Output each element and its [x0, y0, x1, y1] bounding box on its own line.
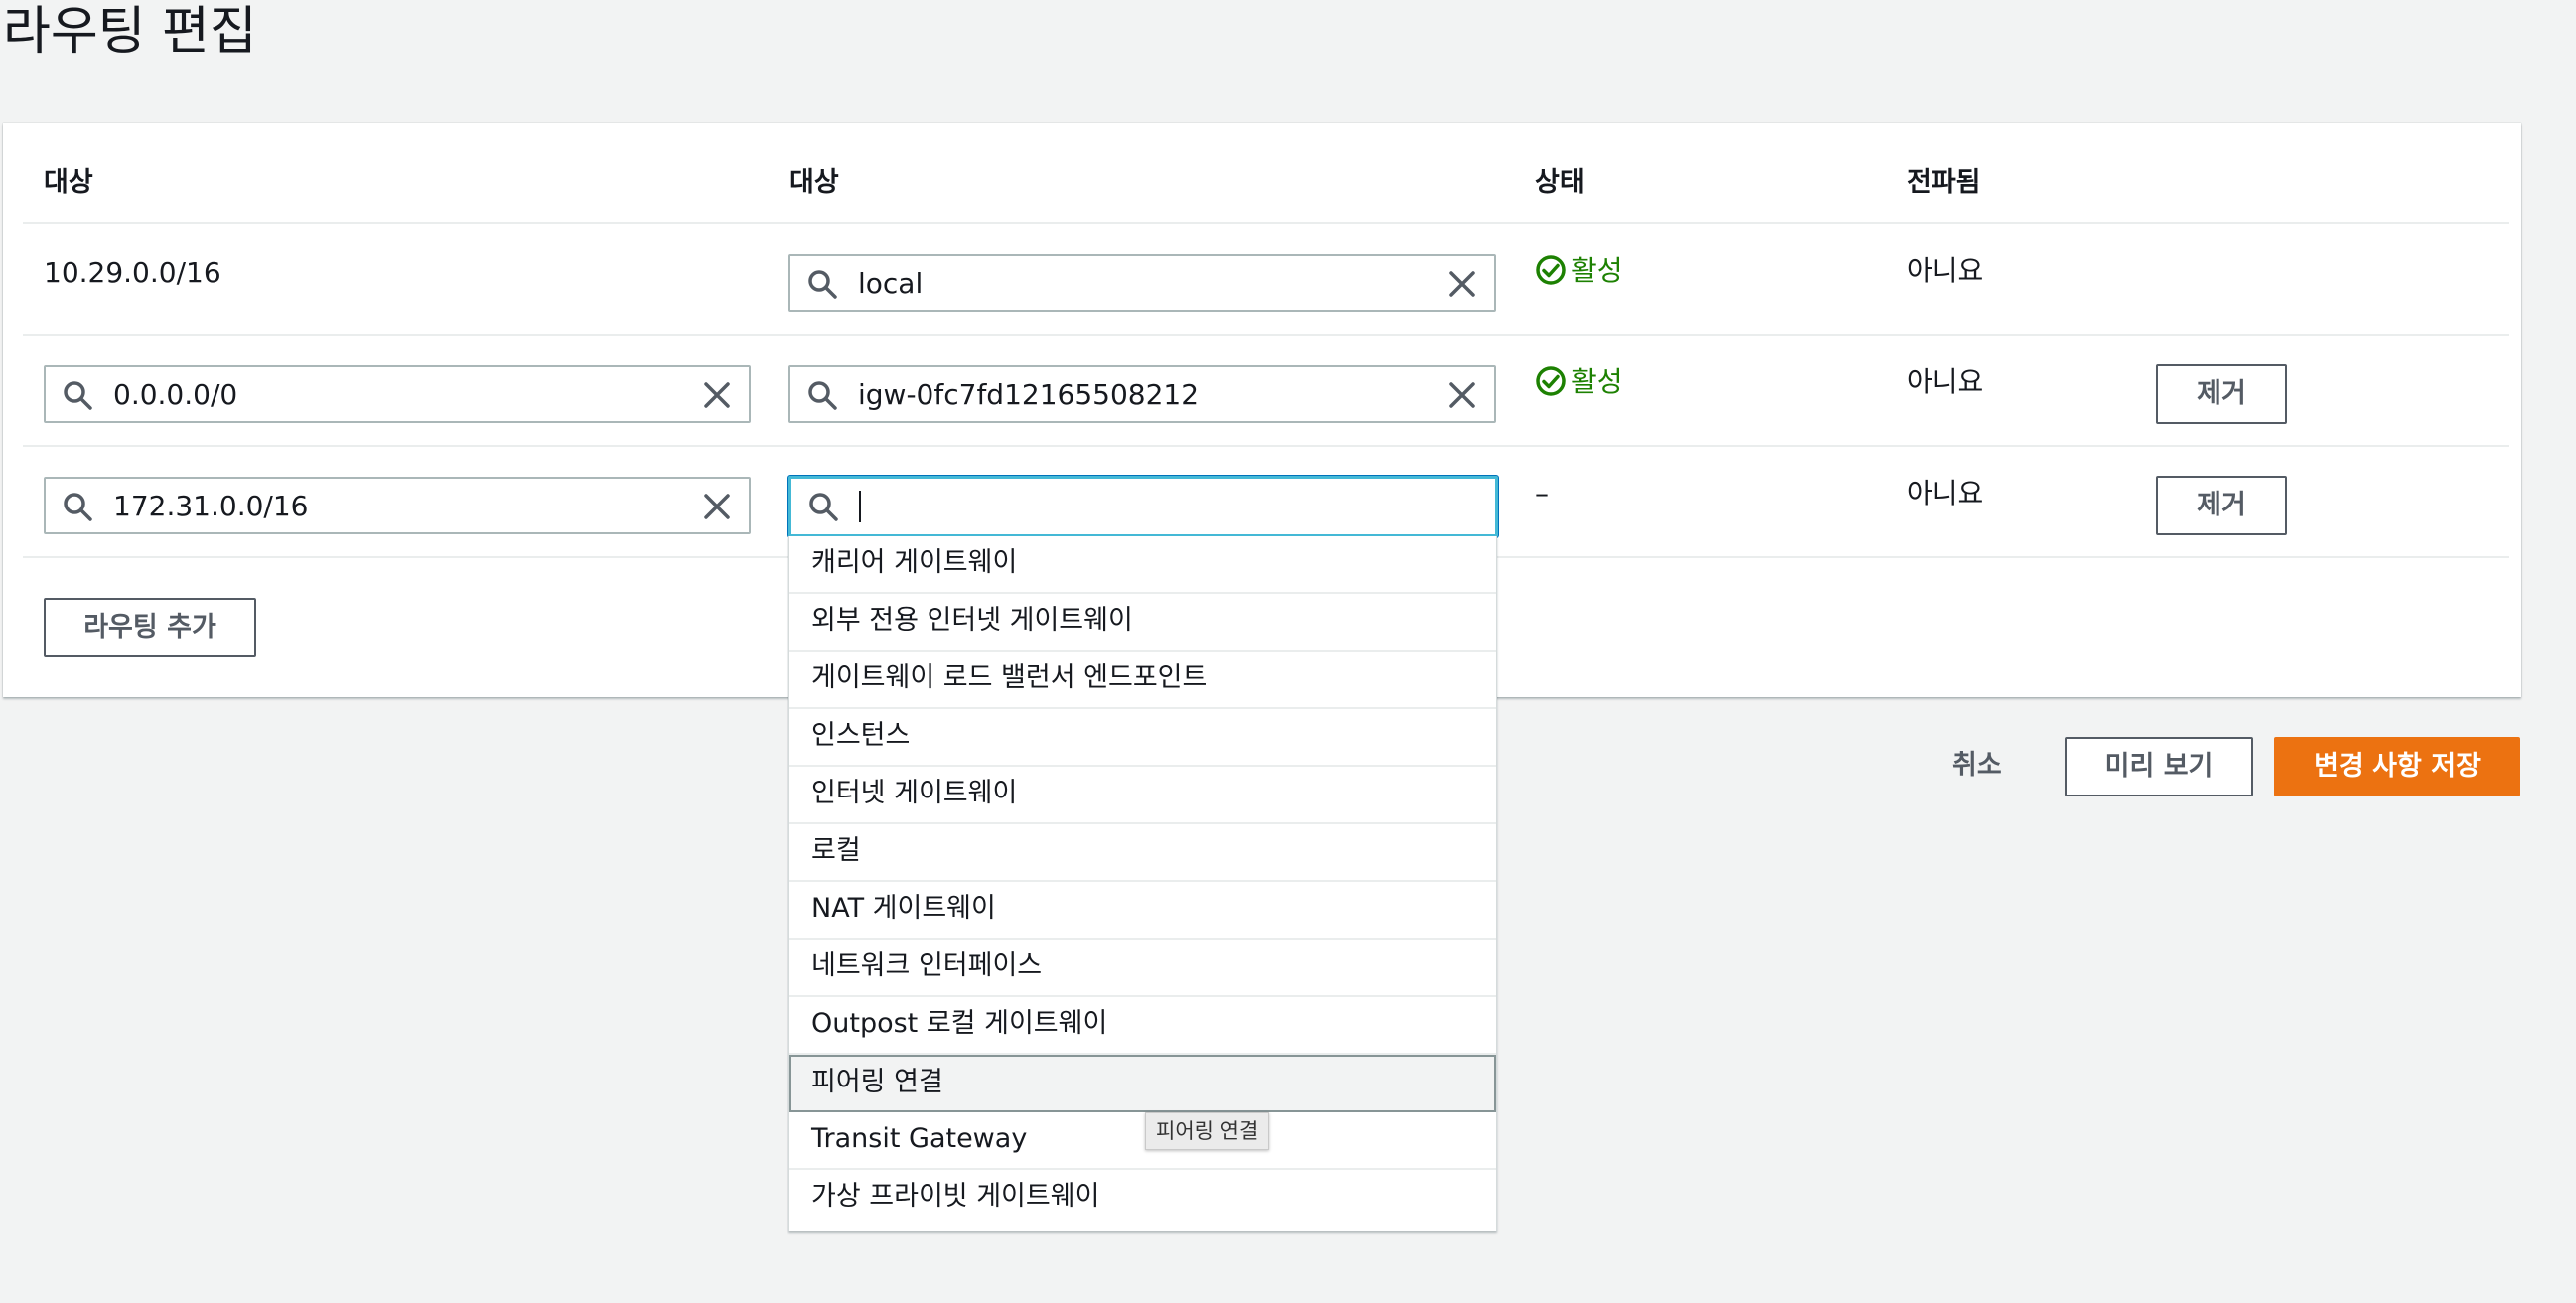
page-title: 라우팅 편집	[3, 2, 257, 62]
status-badge: 활성	[1535, 254, 1623, 288]
dropdown-option-peering-connection[interactable]: 피어링 연결	[789, 1055, 1496, 1112]
search-icon	[808, 270, 837, 299]
dropdown-option-instance[interactable]: 인스턴스	[789, 709, 1496, 767]
dropdown-option-egress-only-igw[interactable]: 외부 전용 인터넷 게이트웨이	[789, 594, 1496, 652]
search-icon	[64, 493, 92, 521]
target-field[interactable]: igw-0fc7fd12165508212	[788, 365, 1496, 423]
row-divider	[23, 334, 2509, 336]
close-icon[interactable]	[701, 379, 733, 411]
dropdown-option-virtual-private-gateway[interactable]: 가상 프라이빗 게이트웨이	[789, 1170, 1496, 1228]
row-divider	[23, 445, 2509, 447]
dropdown-option-outpost-local-gateway[interactable]: Outpost 로컬 게이트웨이	[789, 997, 1496, 1055]
propagated-text: 아니요	[1907, 477, 1984, 509]
close-icon[interactable]	[1446, 268, 1478, 300]
save-changes-button[interactable]: 변경 사항 저장	[2274, 737, 2520, 796]
dropdown-option-transit-gateway[interactable]: Transit Gateway	[789, 1112, 1496, 1170]
dropdown-option-nat-gateway[interactable]: NAT 게이트웨이	[789, 882, 1496, 940]
destination-value: 172.31.0.0/16	[113, 490, 309, 522]
option-tooltip: 피어링 연결	[1145, 1112, 1270, 1150]
dropdown-option-local[interactable]: 로컬	[789, 824, 1496, 882]
add-route-button[interactable]: 라우팅 추가	[44, 598, 256, 657]
destination-cidr-text: 10.29.0.0/16	[44, 256, 221, 289]
destination-field[interactable]: 0.0.0.0/0	[44, 365, 751, 423]
cancel-button[interactable]: 취소	[1952, 749, 2002, 783]
dropdown-option-carrier-gateway[interactable]: 캐리어 게이트웨이	[789, 536, 1496, 594]
remove-route-button[interactable]: 제거	[2156, 476, 2287, 535]
target-value: igw-0fc7fd12165508212	[858, 378, 1200, 411]
destination-field[interactable]: 172.31.0.0/16	[44, 477, 751, 534]
status-badge: 활성	[1535, 365, 1623, 399]
check-circle-icon	[1536, 255, 1566, 285]
search-icon	[64, 381, 92, 410]
preview-button[interactable]: 미리 보기	[2065, 737, 2253, 796]
propagated-text: 아니요	[1907, 365, 1984, 398]
check-circle-icon	[1536, 366, 1566, 396]
remove-route-button[interactable]: 제거	[2156, 364, 2287, 424]
close-icon[interactable]	[1446, 379, 1478, 411]
column-header-target: 대상	[789, 167, 839, 198]
text-caret	[859, 491, 861, 522]
target-search-input[interactable]	[788, 476, 1498, 537]
status-text: 활성	[1571, 365, 1623, 398]
close-icon[interactable]	[701, 491, 733, 522]
dropdown-option-internet-gateway[interactable]: 인터넷 게이트웨이	[789, 767, 1496, 824]
header-divider	[23, 222, 2509, 224]
column-header-propagated: 전파됨	[1907, 167, 1981, 198]
status-text: –	[1535, 477, 1549, 509]
column-header-destination: 대상	[44, 167, 93, 198]
propagated-text: 아니요	[1907, 254, 1984, 287]
destination-value: 0.0.0.0/0	[113, 378, 238, 411]
target-value: local	[858, 267, 924, 300]
search-icon	[809, 493, 838, 521]
target-type-dropdown: 캐리어 게이트웨이 외부 전용 인터넷 게이트웨이 게이트웨이 로드 밸런서 엔…	[788, 536, 1497, 1231]
status-text: 활성	[1571, 254, 1623, 287]
column-header-status: 상태	[1535, 167, 1585, 198]
dropdown-option-network-interface[interactable]: 네트워크 인터페이스	[789, 940, 1496, 997]
dropdown-option-gwlb-endpoint[interactable]: 게이트웨이 로드 밸런서 엔드포인트	[789, 652, 1496, 709]
target-field[interactable]: local	[788, 254, 1496, 312]
search-icon	[808, 381, 837, 410]
